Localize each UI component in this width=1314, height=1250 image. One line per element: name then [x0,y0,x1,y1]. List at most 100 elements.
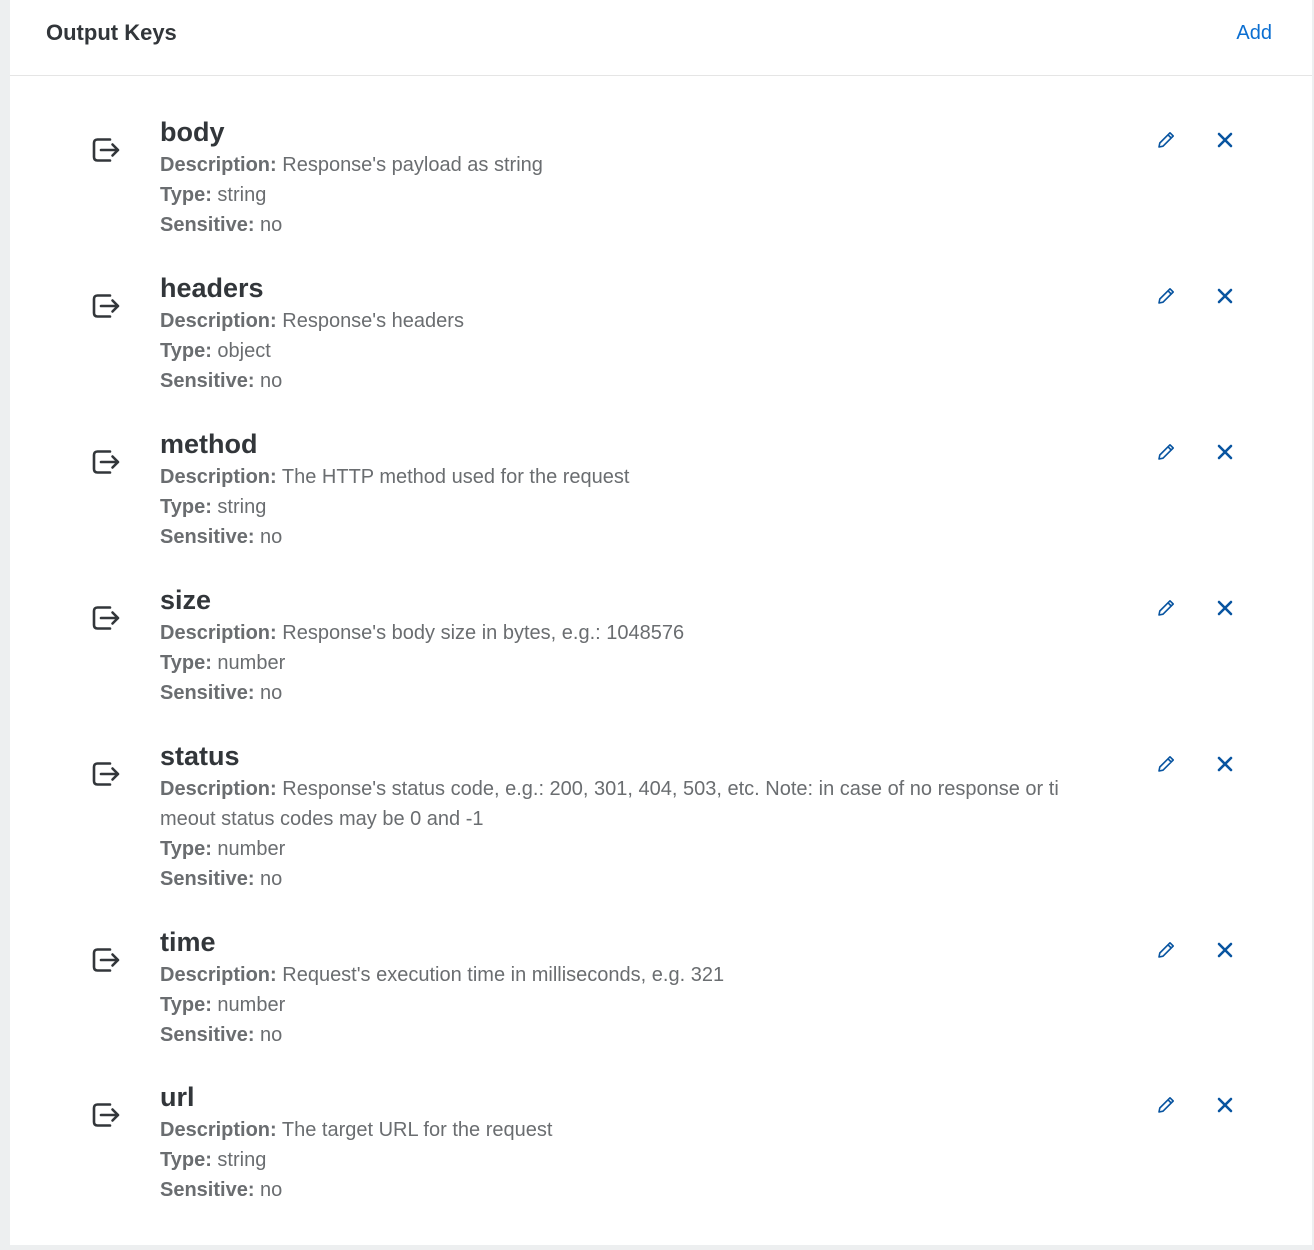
delete-button[interactable] [1211,126,1239,154]
item-content: body Description: Response's payload as … [160,116,1100,240]
sensitive-label: Sensitive: [160,1179,255,1201]
description-value: Response's body size in bytes, e.g.: 104… [282,622,685,644]
type-value: number [217,838,286,860]
close-icon [1217,132,1233,148]
sensitive-line: Sensitive: no [160,1020,1100,1050]
description-line: Description: Response's headers [160,306,1100,336]
edit-button[interactable] [1152,750,1180,778]
delete-button[interactable] [1211,594,1239,622]
pencil-icon [1158,132,1174,148]
type-line: Type: string [160,1145,1100,1175]
item-content: status Description: Response's status co… [160,740,1100,894]
type-label: Type: [160,184,212,206]
item-name: size [160,585,212,615]
description-line-continued: meout status codes may be 0 and -1 [160,808,484,830]
sensitive-line: Sensitive: no [160,210,1100,240]
item-name: headers [160,273,264,303]
close-icon [1217,600,1233,616]
pencil-icon [1158,444,1174,460]
item-name: body [160,117,225,147]
panel-title: Output Keys [46,20,177,45]
edit-button[interactable] [1152,126,1180,154]
type-value: object [217,340,271,362]
description-line: Description: Response's status code, e.g… [160,774,1100,804]
close-icon [1217,942,1233,958]
sensitive-label: Sensitive: [160,214,255,236]
description-value: Response's headers [282,310,464,332]
type-line: Type: number [160,648,1100,678]
description-label: Description: [160,1119,277,1141]
description-label: Description: [160,310,277,332]
sensitive-label: Sensitive: [160,526,255,548]
pencil-icon [1158,942,1174,958]
sensitive-label: Sensitive: [160,1024,255,1046]
description-line: Description: The HTTP method used for th… [160,462,1100,492]
type-value: string [217,184,267,206]
description-value: The HTTP method used for the request [281,466,630,488]
edit-button[interactable] [1152,282,1180,310]
sensitive-value: no [260,682,283,704]
output-arrow-icon [90,602,122,634]
close-icon [1217,288,1233,304]
type-value: string [217,496,267,518]
edit-button[interactable] [1152,936,1180,964]
edit-button[interactable] [1152,594,1180,622]
pencil-icon [1158,756,1174,772]
pencil-icon [1158,288,1174,304]
sensitive-value: no [260,1024,283,1046]
description-line: Description: Response's payload as strin… [160,150,1100,180]
sensitive-value: no [260,526,283,548]
description-line: Description: The target URL for the requ… [160,1115,1100,1145]
item-name: url [160,1082,195,1112]
type-label: Type: [160,652,212,674]
description-label: Description: [160,964,277,986]
type-line: Type: string [160,492,1100,522]
type-value: number [217,652,286,674]
edit-button[interactable] [1152,1091,1180,1119]
description-value: Response's payload as string [282,154,543,176]
delete-button[interactable] [1211,1091,1239,1119]
add-button[interactable]: Add [1236,19,1272,47]
sensitive-value: no [260,868,283,890]
sensitive-line: Sensitive: no [160,864,1100,894]
type-line: Type: number [160,834,1100,864]
sensitive-line: Sensitive: no [160,366,1100,396]
panel-header: Output Keys Add [10,0,1312,76]
type-line: Type: object [160,336,1100,366]
type-line: Type: number [160,990,1100,1020]
item-content: url Description: The target URL for the … [160,1081,1100,1205]
sensitive-value: no [260,370,283,392]
edit-button[interactable] [1152,438,1180,466]
description-line: Description: Request's execution time in… [160,960,1100,990]
delete-button[interactable] [1211,750,1239,778]
item-content: headers Description: Response's headers … [160,272,1100,396]
description-value: Request's execution time in milliseconds… [282,964,725,986]
output-arrow-icon [90,758,122,790]
description-label: Description: [160,154,277,176]
type-line: Type: string [160,180,1100,210]
description-value: Response's status code, e.g.: 200, 301, … [282,778,1059,800]
output-arrow-icon [90,944,122,976]
sensitive-label: Sensitive: [160,370,255,392]
type-label: Type: [160,496,212,518]
type-label: Type: [160,1149,212,1171]
description-label: Description: [160,466,277,488]
delete-button[interactable] [1211,936,1239,964]
close-icon [1217,444,1233,460]
type-value: number [217,994,286,1016]
description-label: Description: [160,622,277,644]
pencil-icon [1158,1097,1174,1113]
description-label: Description: [160,778,277,800]
item-name: method [160,429,258,459]
delete-button[interactable] [1211,282,1239,310]
sensitive-value: no [260,214,283,236]
output-arrow-icon [90,290,122,322]
delete-button[interactable] [1211,438,1239,466]
description-line: Description: Response's body size in byt… [160,618,1100,648]
type-label: Type: [160,994,212,1016]
type-value: string [217,1149,267,1171]
output-keys-panel: Output Keys Add body Description: Respon… [10,0,1312,1245]
description-value: The target URL for the request [281,1119,553,1141]
output-arrow-icon [90,134,122,166]
item-content: method Description: The HTTP method used… [160,428,1100,552]
